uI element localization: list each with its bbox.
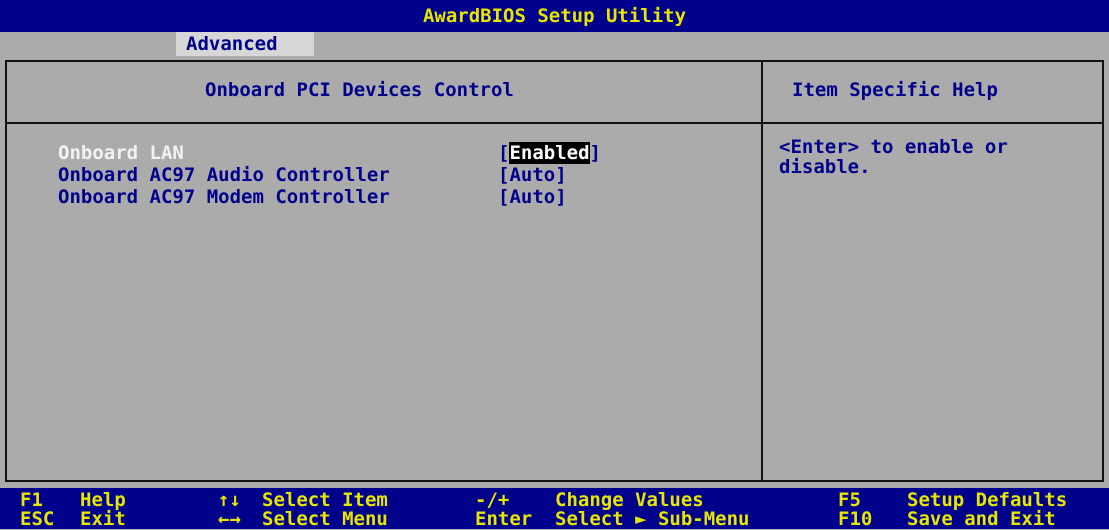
key-f1: F1	[20, 489, 43, 511]
key-f10: F10	[838, 508, 873, 530]
setting-onboard-ac97-audio[interactable]: Onboard AC97 Audio Controller [Auto]	[58, 164, 738, 186]
key-esc: ESC	[20, 508, 55, 530]
key-f5-action: Setup Defaults	[907, 489, 1068, 511]
key-updown: ↑↓	[218, 489, 241, 511]
menu-tab-advanced[interactable]: Advanced	[176, 32, 314, 56]
key-leftright: ←→	[218, 508, 241, 530]
key-f10-action: Save and Exit	[907, 508, 1056, 530]
setting-onboard-ac97-modem[interactable]: Onboard AC97 Modem Controller [Auto]	[58, 186, 738, 208]
setting-onboard-lan[interactable]: Onboard LAN [Enabled]	[58, 142, 738, 164]
panel-divider-horizontal	[7, 122, 1102, 124]
main-panel: Onboard PCI Devices Control Item Specifi…	[5, 60, 1104, 482]
key-updown-action: Select Item	[262, 489, 388, 511]
help-text: <Enter> to enable or disable.	[779, 136, 1008, 178]
setting-label: Onboard AC97 Audio Controller	[58, 164, 390, 186]
panel-divider-vertical	[761, 62, 763, 480]
key-f1-action: Help	[80, 489, 126, 511]
key-esc-action: Exit	[80, 508, 126, 530]
setting-label: Onboard AC97 Modem Controller	[58, 186, 390, 208]
key-enter: Enter	[475, 508, 533, 530]
key-plusminus: -/+	[475, 489, 510, 511]
help-title: Item Specific Help	[792, 79, 998, 101]
panel-title: Onboard PCI Devices Control	[205, 79, 514, 101]
setting-value[interactable]: [Auto]	[498, 164, 567, 186]
title-bar: AwardBIOS Setup Utility	[0, 0, 1109, 32]
key-f5: F5	[838, 489, 861, 511]
setting-label: Onboard LAN	[58, 142, 184, 164]
setting-value[interactable]: [Auto]	[498, 186, 567, 208]
setting-value[interactable]: [Enabled]	[498, 142, 601, 164]
key-legend: F1 Help ESC Exit ↑↓ Select Item ←→ Selec…	[0, 488, 1109, 529]
key-plusminus-action: Change Values	[555, 489, 704, 511]
key-enter-action: Select ► Sub-Menu	[555, 508, 750, 530]
key-leftright-action: Select Menu	[262, 508, 388, 530]
app-title: AwardBIOS Setup Utility	[422, 5, 687, 27]
